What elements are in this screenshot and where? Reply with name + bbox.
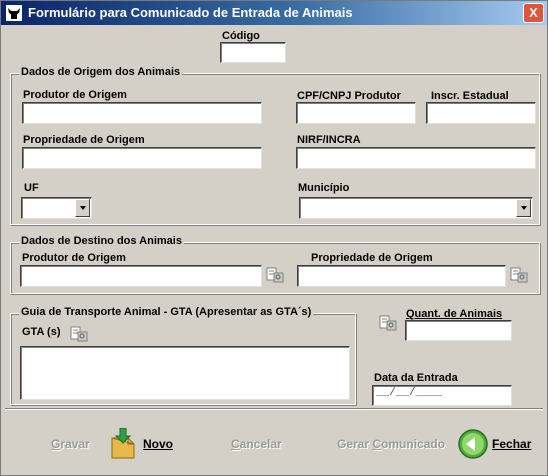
gravar-hotkey: G [51,437,61,451]
cancelar-label: ancelar [239,437,282,451]
quant-label: Quant. de Animais [406,308,503,320]
ox-icon [6,5,22,21]
origem-group-title: Dados de Origem dos Animais [19,66,183,78]
nirf-label: NIRF/INCRA [297,134,361,146]
municipio-label: Município [298,182,350,194]
new-document-icon [111,428,135,459]
back-arrow-icon [458,429,488,459]
quant-field[interactable] [405,320,512,341]
destino-propriedade-field[interactable] [297,265,506,287]
dropdown-arrow-icon[interactable] [516,199,531,217]
data-entrada-field[interactable]: __/__/____ [372,385,512,406]
destino-group-title: Dados de Destino dos Animais [19,235,184,247]
novo-hotkey: N [143,437,152,451]
codigo-field[interactable] [220,42,286,63]
gerar-comunicado-button[interactable]: Gerar Comunicado [337,428,445,460]
gravar-button[interactable]: Gravar [51,428,90,460]
fechar-label: echar [499,437,532,451]
close-icon: X [529,5,538,20]
dropdown-arrow-icon[interactable] [75,199,90,217]
destino-propriedade-label: Propriedade de Origem [311,252,433,264]
button-bar-separator [5,408,543,410]
nirf-field[interactable] [296,147,536,169]
gta-label: GTA (s) [22,326,61,338]
lookup-icon[interactable] [70,326,88,342]
novo-button[interactable]: Novo [108,428,173,460]
fechar-hotkey: F [492,437,500,451]
cpf-field[interactable] [296,102,416,124]
gta-list[interactable] [20,346,350,400]
cpf-label: CPF/CNPJ Produtor [297,90,401,102]
codigo-label: Código [222,30,260,42]
municipio-select[interactable] [299,197,533,219]
gerar-label-pre: Gerar [337,437,373,451]
lookup-icon[interactable] [266,267,284,283]
gravar-label: ravar [60,437,90,451]
origem-produtor-field[interactable] [22,102,262,124]
lookup-icon[interactable] [379,315,397,331]
window-title: Formulário para Comunicado de Entrada de… [28,5,353,20]
data-entrada-mask: __/__/____ [376,387,443,399]
form-window: Formulário para Comunicado de Entrada de… [0,0,548,476]
destino-produtor-field[interactable] [20,265,262,287]
gerar-label: omunicado [381,437,446,451]
inscr-label: Inscr. Estadual [431,90,509,102]
destino-produtor-label: Produtor de Origem [22,252,126,264]
close-button[interactable]: X [523,3,544,23]
cancelar-button[interactable]: Cancelar [231,428,282,460]
uf-select[interactable] [21,197,92,219]
data-entrada-label: Data da Entrada [374,372,458,384]
origem-propriedade-label: Propriedade de Origem [23,134,145,146]
origem-propriedade-field[interactable] [22,147,262,169]
gta-group-title: Guia de Transporte Animal - GTA (Apresen… [19,306,314,318]
fechar-button[interactable]: Fechar [457,428,531,460]
gerar-hotkey: C [372,437,382,451]
lookup-icon[interactable] [510,267,528,283]
inscr-field[interactable] [426,102,536,124]
cancelar-hotkey: C [231,437,240,451]
title-bar[interactable]: Formulário para Comunicado de Entrada de… [1,1,547,25]
novo-label: ovo [151,437,174,451]
uf-label: UF [24,182,39,194]
origem-produtor-label: Produtor de Origem [23,89,127,101]
